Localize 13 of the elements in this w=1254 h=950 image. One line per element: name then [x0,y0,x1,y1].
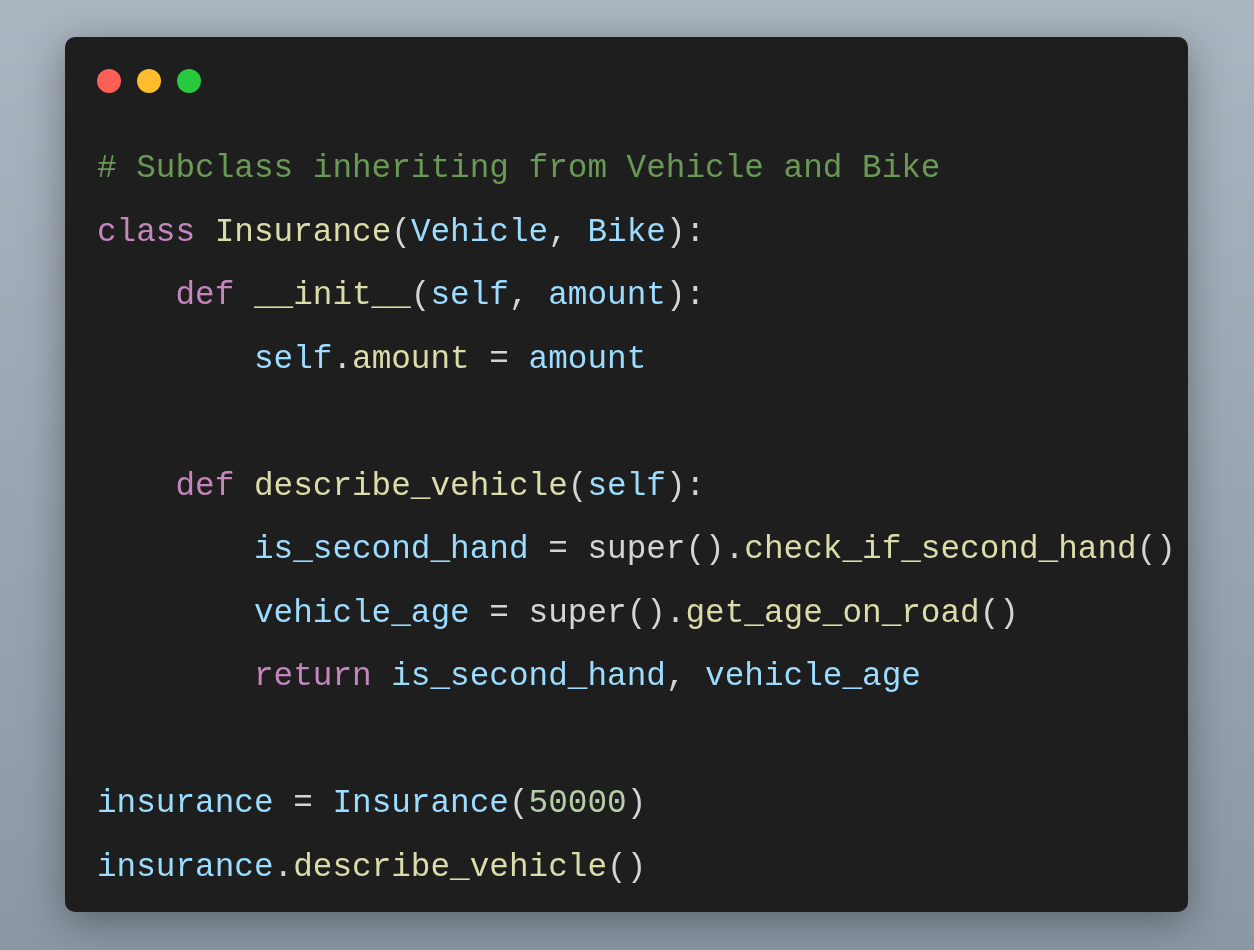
code-line: def __init__(self, amount): [174,276,706,316]
code-line: is_second_hand = super().check_if_second_hand() [252,530,1176,570]
window-control-dot[interactable] [97,69,121,93]
code-line: class Insurance(Vehicle, Bike): [97,212,706,253]
code-line: # Subclass inheriting from Vehicle and Bike [97,149,941,189]
code-line: insurance = Insurance(50000) [97,784,647,824]
window-control-dot[interactable] [137,69,161,93]
code-line: vehicle_age = super().get_age_on_road() [252,593,1019,634]
code-line: return is_second_hand, vehicle_age [252,657,921,697]
code-line: insurance.describe_vehicle() [97,847,647,888]
code-line: self.amount = amount [252,339,647,380]
window-control-dot[interactable] [177,69,201,93]
code-line: def describe_vehicle(self): [174,466,706,507]
